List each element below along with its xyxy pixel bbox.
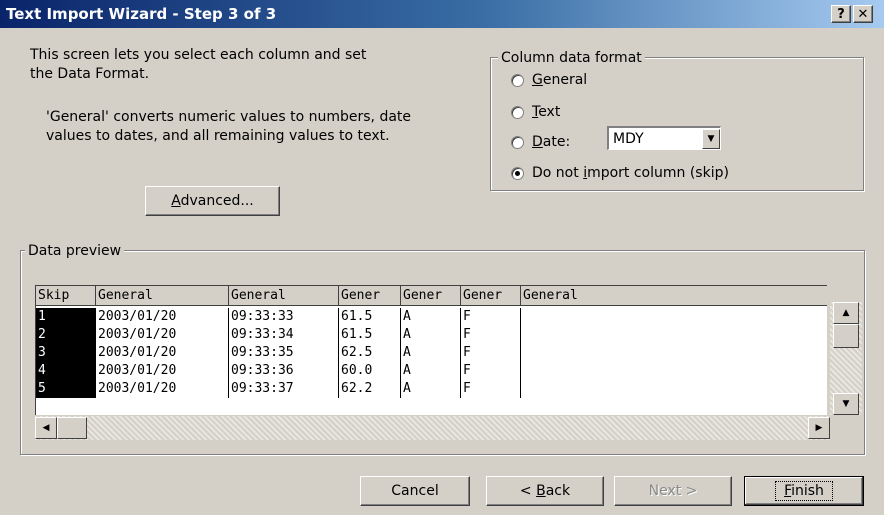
preview-cell: 09:33:36 [229,362,339,380]
title-bar: Text Import Wizard - Step 3 of 3 ? ✕ [0,0,884,28]
preview-row: 2 2003/01/20 09:33:34 61.5 A F [36,326,827,344]
scroll-left-icon[interactable]: ◀ [35,417,57,439]
preview-row: 1 2003/01/20 09:33:33 61.5 A F [36,308,827,326]
radio-indicator[interactable] [511,166,524,180]
preview-cell: 1 [36,308,96,326]
cancel-button-label: Cancel [391,483,439,499]
preview-column-header[interactable]: General [521,286,827,306]
preview-cell [521,326,827,344]
back-button[interactable]: < Back [486,476,604,506]
preview-cell: 09:33:34 [229,326,339,344]
back-button-label: < Back [519,483,571,499]
preview-header-row: Skip General General Gener Gener Gener General [36,286,827,306]
radio-text-label: Text [532,104,561,120]
radio-date[interactable]: Date: [511,134,570,150]
preview-cell: 2003/01/20 [96,326,229,344]
preview-cell: A [401,326,461,344]
radio-date-label: Date: [532,134,571,150]
preview-cell: 60.0 [339,362,401,380]
close-button[interactable]: ✕ [853,5,873,23]
preview-row: 5 2003/01/20 09:33:37 62.2 A F [36,380,827,398]
preview-column-header[interactable]: Gener [401,286,461,306]
preview-cell: F [461,344,521,362]
preview-cell [521,380,827,398]
radio-indicator[interactable] [511,73,524,87]
preview-cell: F [461,362,521,380]
preview-column-header[interactable]: Skip [36,286,96,306]
preview-cell: 4 [36,362,96,380]
preview-cell: F [461,380,521,398]
preview-cell: 62.5 [339,344,401,362]
help-icon: ? [837,6,845,22]
scroll-up-icon[interactable]: ▲ [833,302,859,324]
preview-cell: 2 [36,326,96,344]
preview-cell [521,344,827,362]
preview-cell: A [401,362,461,380]
preview-cell: 09:33:35 [229,344,339,362]
preview-cell: 5 [36,380,96,398]
close-icon: ✕ [857,6,869,22]
preview-cell: 2003/01/20 [96,380,229,398]
radio-general-label: General [532,72,588,88]
preview-row: 4 2003/01/20 09:33:36 60.0 A F [36,362,827,380]
preview-cell: 61.5 [339,326,401,344]
advanced-button[interactable]: Advanced... [145,186,280,216]
intro-line: This screen lets you select each column … [30,47,367,63]
date-format-select[interactable]: MDY ▼ [607,126,721,150]
preview-cell [521,308,827,326]
general-description: 'General' converts numeric values to num… [46,108,486,146]
horizontal-scroll-thumb[interactable] [57,417,87,439]
preview-column-header[interactable]: Gener [461,286,521,306]
column-format-legend: Column data format [498,50,645,66]
data-preview-grid[interactable]: Skip General General Gener Gener Gener General… [35,285,827,415]
vertical-scroll-thumb[interactable] [833,324,859,348]
preview-cell: A [401,380,461,398]
preview-cell: 3 [36,344,96,362]
window-title: Text Import Wizard - Step 3 of 3 [6,5,277,23]
cancel-button[interactable]: Cancel [360,476,470,506]
preview-cell: 61.5 [339,308,401,326]
preview-cell: 2003/01/20 [96,362,229,380]
next-button[interactable]: Next > [614,476,732,506]
preview-cell: F [461,308,521,326]
preview-column-header[interactable]: General [96,286,229,306]
horizontal-scrollbar[interactable]: ◀ ▶ [35,416,830,440]
preview-cell: 09:33:33 [229,308,339,326]
preview-row: 3 2003/01/20 09:33:35 62.5 A F [36,344,827,362]
next-button-label: Next > [648,483,698,499]
advanced-button-label: Advanced... [171,193,254,209]
date-format-value: MDY [613,130,644,147]
intro-line: 'General' converts numeric values to num… [46,109,412,125]
radio-indicator[interactable] [511,135,524,149]
preview-cell: 62.2 [339,380,401,398]
preview-cell: A [401,308,461,326]
preview-column-header[interactable]: Gener [339,286,401,306]
radio-skip[interactable]: Do not import column (skip) [511,165,729,181]
radio-indicator[interactable] [511,105,524,119]
intro-line: values to dates, and all remaining value… [46,128,390,144]
finish-button-label: Finish [775,481,833,501]
scroll-right-icon[interactable]: ▶ [808,417,830,439]
vertical-scrollbar[interactable]: ▲ ▼ [830,302,862,415]
radio-text[interactable]: Text [511,104,560,120]
preview-cell: 09:33:37 [229,380,339,398]
intro-text: This screen lets you select each column … [30,46,470,84]
intro-line: the Data Format. [30,66,150,82]
radio-general[interactable]: General [511,72,587,88]
preview-cell [521,362,827,380]
preview-column-header[interactable]: General [229,286,339,306]
preview-cell: 2003/01/20 [96,308,229,326]
dropdown-arrow-icon[interactable]: ▼ [702,128,720,149]
radio-skip-label: Do not import column (skip) [532,165,729,181]
preview-cell: F [461,326,521,344]
preview-cell: A [401,344,461,362]
finish-button[interactable]: Finish [744,476,864,506]
data-preview-legend: Data preview [25,243,125,259]
preview-cell: 2003/01/20 [96,344,229,362]
scroll-down-icon[interactable]: ▼ [833,393,859,415]
help-button[interactable]: ? [831,5,851,23]
